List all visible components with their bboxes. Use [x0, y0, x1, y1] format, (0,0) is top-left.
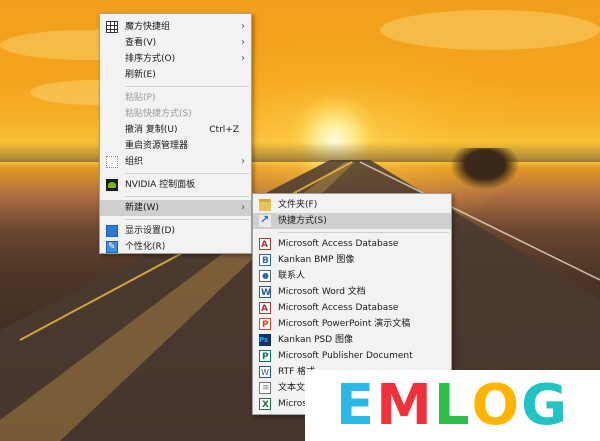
rtf-icon — [259, 365, 271, 381]
nvidia-icon — [106, 179, 118, 191]
contact-icon — [259, 268, 271, 284]
shortcut-label: Ctrl+Z — [209, 125, 239, 135]
menu-separator — [125, 86, 249, 87]
menu-item-new[interactable]: 新建(W) › — [100, 200, 251, 216]
new-item-shortcut[interactable]: 快捷方式(S) — [253, 212, 451, 229]
new-item-access-database-2[interactable]: Microsoft Access Database — [253, 300, 451, 317]
chevron-right-icon: › — [241, 21, 245, 32]
menu-item-nvidia-control-panel[interactable]: NVIDIA 控制面板 — [100, 177, 251, 193]
menu-separator — [125, 219, 249, 220]
chevron-right-icon: › — [241, 53, 245, 64]
menu-item-magic-shortcuts[interactable]: 魔方快捷组 › — [100, 19, 251, 35]
menu-item-sort-by[interactable]: 排序方式(O) › — [100, 51, 251, 67]
menu-item-organize[interactable]: 组织 › — [100, 154, 251, 170]
display-icon — [106, 225, 118, 237]
access-icon — [259, 237, 271, 253]
shortcut-icon — [259, 212, 271, 228]
menu-item-paste[interactable]: 粘贴(P) — [100, 90, 251, 106]
powerpoint-icon — [259, 317, 271, 333]
menu-item-view[interactable]: 查看(V) › — [100, 35, 251, 51]
new-item-publisher-document[interactable]: Microsoft Publisher Document — [253, 348, 451, 365]
watermark-letter: E — [335, 372, 377, 438]
publisher-icon — [259, 349, 271, 365]
menu-separator — [125, 173, 249, 174]
emlog-watermark: E M L O G — [305, 370, 600, 441]
menu-item-personalize[interactable]: 个性化(R) — [100, 239, 251, 255]
watermark-letter: M — [376, 372, 434, 438]
text-icon — [259, 380, 271, 396]
watermark-letter: G — [521, 372, 570, 438]
chevron-right-icon: › — [241, 202, 245, 213]
word-icon — [259, 285, 271, 301]
chevron-right-icon: › — [241, 37, 245, 48]
organize-icon — [106, 156, 118, 168]
menu-item-display-settings[interactable]: 显示设置(D) — [100, 223, 251, 239]
watermark-letter: O — [471, 372, 522, 438]
access-icon — [259, 301, 271, 317]
new-item-word-document[interactable]: Microsoft Word 文档 — [253, 284, 451, 301]
new-item-psd-image[interactable]: Kankan PSD 图像 — [253, 332, 451, 348]
new-item-bmp-image[interactable]: Kankan BMP 图像 — [253, 252, 451, 269]
new-item-folder[interactable]: 文件夹(F) — [253, 197, 451, 213]
menu-item-paste-shortcut[interactable]: 粘贴快捷方式(S) — [100, 106, 251, 122]
psd-icon — [259, 332, 271, 348]
menu-separator — [278, 232, 449, 233]
menu-item-refresh[interactable]: 刷新(E) — [100, 67, 251, 83]
folder-icon — [259, 199, 271, 211]
new-item-contact[interactable]: 联系人 — [253, 268, 451, 284]
watermark-letter: L — [433, 372, 472, 438]
menu-item-restart-explorer[interactable]: 重启资源管理器 — [100, 138, 251, 154]
new-item-access-database[interactable]: Microsoft Access Database — [253, 236, 451, 253]
new-item-powerpoint[interactable]: Microsoft PowerPoint 演示文稿 — [253, 316, 451, 333]
personalize-icon — [106, 239, 118, 255]
grid-icon — [106, 21, 118, 33]
menu-separator — [125, 196, 249, 197]
excel-icon — [259, 397, 271, 413]
bmp-icon — [259, 253, 271, 269]
desktop-context-menu: 魔方快捷组 › 查看(V) › 排序方式(O) › 刷新(E) 粘贴(P) 粘贴… — [99, 13, 252, 255]
chevron-right-icon: › — [241, 156, 245, 167]
menu-item-undo-copy[interactable]: 撤消 复制(U) Ctrl+Z — [100, 122, 251, 138]
